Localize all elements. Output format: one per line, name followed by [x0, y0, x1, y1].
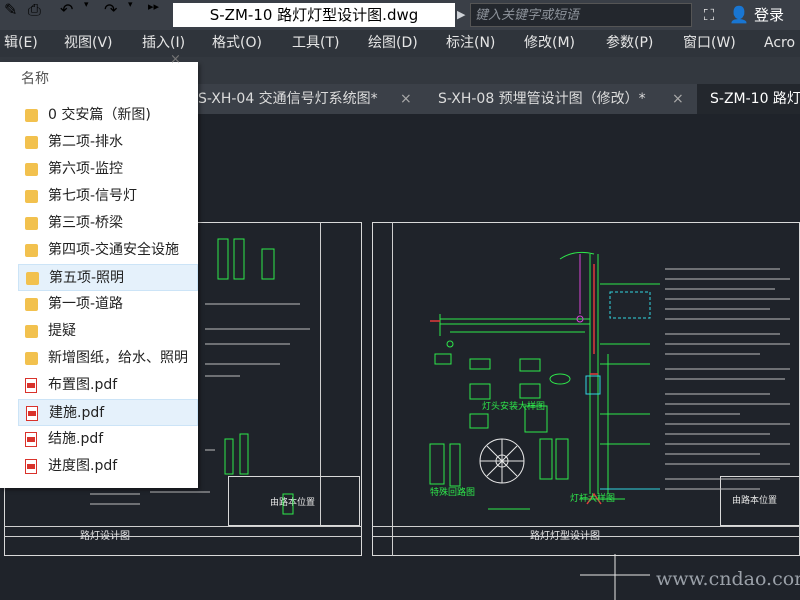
menu-acrobat[interactable]: Acro: [764, 33, 795, 53]
menu-window[interactable]: 窗口(W): [683, 33, 736, 53]
file-item-label: 第六项-监控: [48, 161, 124, 177]
file-item-label: 第三项-桥梁: [48, 215, 124, 231]
cad-label-circuit: 特殊回路图: [430, 488, 476, 498]
folder-icon: [25, 163, 38, 176]
tab-s-xh-04[interactable]: S-XH-04 交通信号灯系统图*: [198, 86, 378, 112]
login-button[interactable]: 登录: [754, 4, 784, 26]
folder-icon: [25, 217, 38, 230]
menu-edit[interactable]: 辑(E): [4, 33, 38, 53]
file-item[interactable]: 建施.pdf: [18, 399, 198, 426]
file-item-label: 第五项-照明: [49, 270, 125, 286]
undo-icon[interactable]: ↶: [60, 0, 73, 19]
menu-parameters[interactable]: 参数(P): [606, 33, 653, 53]
chevron-right-icon[interactable]: ▶: [457, 5, 469, 25]
menu-format[interactable]: 格式(O): [212, 33, 262, 53]
menu-view[interactable]: 视图(V): [64, 33, 113, 53]
file-item-label: 第二项-排水: [48, 134, 124, 150]
file-item-label: 提疑: [48, 323, 76, 339]
cad-label-pole: 灯杆大样图: [570, 494, 616, 504]
panel-header-name[interactable]: 名称: [21, 68, 49, 88]
tab-s-zm-10[interactable]: S-ZM-10 路灯: [710, 86, 800, 112]
folder-item[interactable]: 第七项-信号灯: [18, 183, 198, 210]
folder-item[interactable]: 提疑: [18, 318, 198, 345]
close-icon[interactable]: ×: [170, 52, 181, 67]
file-item-label: 第四项-交通安全设施: [48, 242, 180, 258]
folder-item[interactable]: 第五项-照明: [18, 264, 198, 291]
redo-icon[interactable]: ↷: [104, 0, 117, 19]
folder-icon: [25, 136, 38, 149]
file-item-label: 结施.pdf: [48, 431, 104, 447]
more-tools-icon[interactable]: ▸▸: [148, 0, 159, 13]
tab-s-xh-08[interactable]: S-XH-08 预埋管设计图（修改）*: [438, 86, 646, 112]
pdf-icon: [25, 378, 37, 393]
folder-icon: [25, 325, 38, 338]
close-icon[interactable]: ×: [400, 86, 412, 112]
folder-item[interactable]: 新增图纸，给水、照明: [18, 345, 198, 372]
menu-insert[interactable]: 插入(I): [142, 33, 185, 53]
file-item[interactable]: 进度图.pdf: [18, 453, 198, 480]
menu-tools[interactable]: 工具(T): [292, 33, 339, 53]
file-item-label: 建施.pdf: [49, 405, 105, 421]
folder-item[interactable]: 第二项-排水: [18, 129, 198, 156]
folder-icon: [25, 244, 38, 257]
pdf-icon: [25, 459, 37, 474]
pdf-mark: [27, 464, 35, 469]
folder-item[interactable]: 第四项-交通安全设施: [18, 237, 198, 264]
redo-dropdown-icon[interactable]: ▾: [128, 0, 133, 10]
watermark: www.cndao.com: [656, 568, 800, 590]
folder-icon: [25, 352, 38, 365]
pdf-icon: [25, 432, 37, 447]
pdf-icon: [26, 406, 38, 421]
file-item-label: 布置图.pdf: [48, 377, 118, 393]
file-item-label: 0 交安篇（新图): [48, 107, 151, 123]
binoculars-icon[interactable]: ⛶: [698, 4, 720, 26]
menu-dimension[interactable]: 标注(N): [446, 33, 495, 53]
pdf-mark: [27, 383, 35, 388]
folder-icon: [25, 190, 38, 203]
file-item-label: 第七项-信号灯: [48, 188, 138, 204]
folder-icon: [26, 272, 39, 285]
window-title: S-ZM-10 路灯灯型设计图.dwg: [173, 3, 455, 27]
menu-draw[interactable]: 绘图(D): [368, 33, 418, 53]
close-icon[interactable]: ×: [672, 86, 684, 112]
folder-icon: [25, 298, 38, 311]
print-icon[interactable]: ⎙: [28, 0, 41, 20]
file-item-label: 进度图.pdf: [48, 458, 118, 474]
folder-item[interactable]: 0 交安篇（新图): [18, 102, 198, 129]
folder-item[interactable]: 第一项-道路: [18, 291, 198, 318]
folder-item[interactable]: 第六项-监控: [18, 156, 198, 183]
cad-label-light-head: 灯头安装大样图: [482, 402, 546, 412]
app-icon[interactable]: ✎: [4, 0, 17, 19]
user-icon[interactable]: 👤: [728, 4, 750, 26]
folder-item[interactable]: 第三项-桥梁: [18, 210, 198, 237]
search-input[interactable]: 键入关键字或短语: [470, 3, 692, 27]
pdf-mark: [28, 411, 36, 416]
file-item-label: 第一项-道路: [48, 296, 124, 312]
pdf-mark: [27, 437, 35, 442]
folder-icon: [25, 109, 38, 122]
menu-modify[interactable]: 修改(M): [524, 33, 575, 53]
file-item[interactable]: 布置图.pdf: [18, 372, 198, 399]
file-item-label: 新增图纸，给水、照明: [48, 350, 188, 366]
undo-dropdown-icon[interactable]: ▾: [84, 0, 89, 10]
file-item[interactable]: 结施.pdf: [18, 426, 198, 453]
